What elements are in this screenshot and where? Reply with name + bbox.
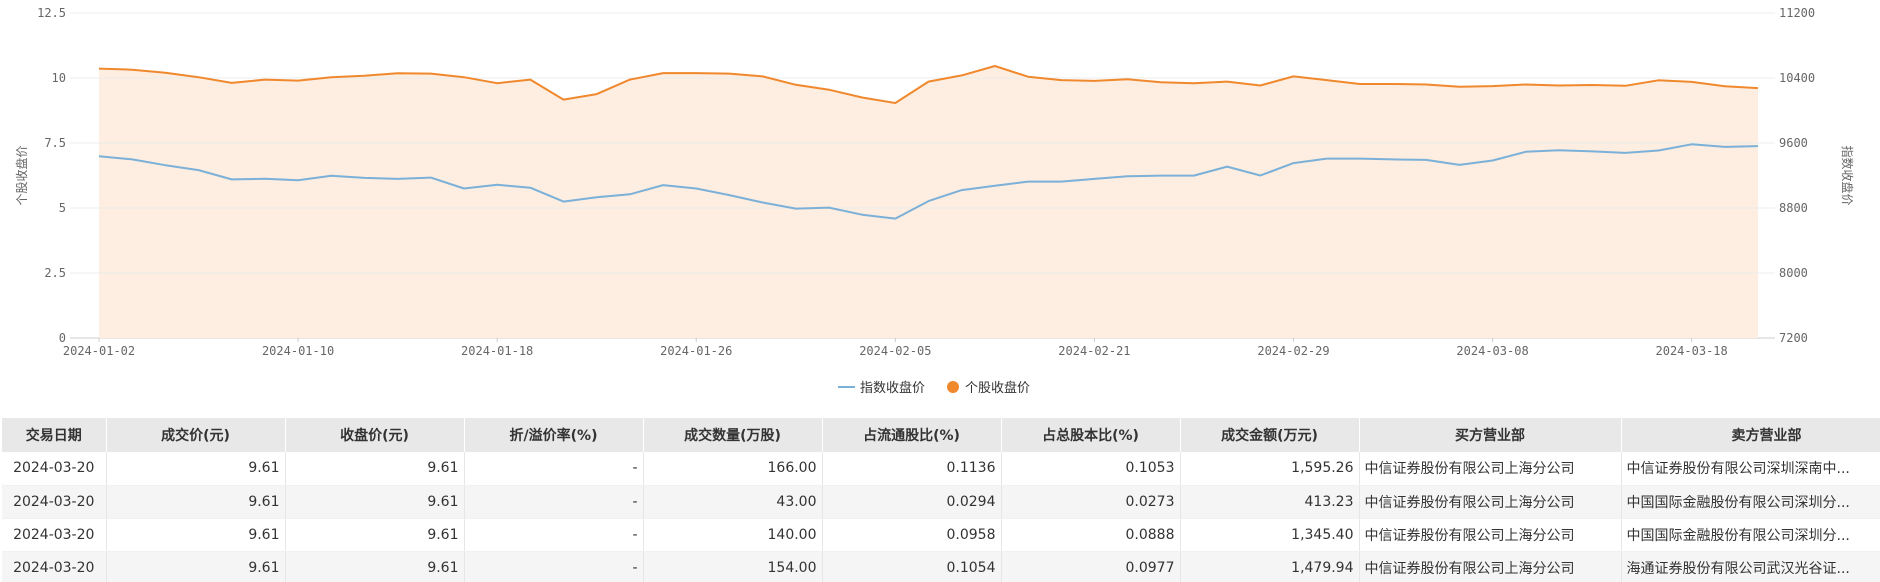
cell-buyer[interactable]: 中信证券股份有限公司上海分公司	[1359, 518, 1622, 552]
cell-trade-date: 2024-03-20	[2, 551, 107, 582]
header-trade-price[interactable]: 成交价(元)	[106, 418, 286, 452]
cell-buyer[interactable]: 中信证券股份有限公司上海分公司	[1359, 485, 1622, 519]
x-tick-label: 2024-02-21	[1058, 344, 1130, 358]
chart-area: 0 2.5 5 7.5 10 12.5 7200 8000 8800 9600 10400 11200…	[0, 0, 1880, 410]
cell-seller[interactable]: 中国国际金融股份有限公司深圳分...	[1621, 485, 1880, 519]
cell-total-ratio: 0.0977	[1001, 551, 1181, 582]
cell-trade-date: 2024-03-20	[2, 518, 107, 552]
cell-trade-date: 2024-03-20	[2, 452, 107, 486]
cell-amount: 1,595.26	[1180, 452, 1360, 486]
header-close-price[interactable]: 收盘价(元)	[285, 418, 465, 452]
x-tick-label: 2024-02-05	[859, 344, 931, 358]
cell-trade-price: 9.61	[106, 485, 286, 519]
legend-stock-label: 个股收盘价	[965, 380, 1030, 396]
cell-close-price: 9.61	[285, 551, 465, 582]
table-row: 2024-03-20 9.61 9.61 - 43.00 0.0294 0.02…	[2, 485, 1880, 519]
legend-circle-marker	[947, 381, 959, 393]
header-total-ratio[interactable]: 占总股本比(%)	[1001, 418, 1181, 452]
y2-tick-label: 11200	[1779, 6, 1815, 20]
cell-seller[interactable]: 中国国际金融股份有限公司深圳分...	[1621, 518, 1880, 552]
cell-premium-rate: -	[464, 485, 644, 519]
cell-float-ratio: 0.1054	[822, 551, 1002, 582]
y-tick-label: 10	[52, 71, 66, 85]
x-tick-label: 2024-01-18	[461, 344, 533, 358]
y2-tick-label: 8000	[1779, 266, 1808, 280]
cell-amount: 1,479.94	[1180, 551, 1360, 582]
cell-trade-date: 2024-03-20	[2, 485, 107, 519]
x-tick-label: 2024-01-26	[660, 344, 732, 358]
cell-total-ratio: 0.0273	[1001, 485, 1181, 519]
cell-amount: 1,345.40	[1180, 518, 1360, 552]
cell-trade-price: 9.61	[106, 452, 286, 486]
header-trade-date[interactable]: 交易日期	[2, 418, 107, 452]
cell-float-ratio: 0.1136	[822, 452, 1002, 486]
y2-tick-label: 7200	[1779, 331, 1808, 345]
y-tick-label: 0	[59, 331, 66, 345]
x-tick-label: 2024-02-29	[1257, 344, 1329, 358]
cell-volume: 140.00	[643, 518, 823, 552]
header-seller[interactable]: 卖方营业部	[1621, 418, 1880, 452]
cell-float-ratio: 0.0958	[822, 518, 1002, 552]
legend: 指数收盘价 个股收盘价	[838, 380, 1030, 396]
cell-amount: 413.23	[1180, 485, 1360, 519]
cell-close-price: 9.61	[285, 485, 465, 519]
y-tick-label: 12.5	[37, 6, 66, 20]
cell-premium-rate: -	[464, 452, 644, 486]
legend-index-label: 指数收盘价	[860, 380, 925, 396]
x-tick-label: 2024-01-10	[262, 344, 334, 358]
cell-total-ratio: 0.1053	[1001, 452, 1181, 486]
x-tick-label: 2024-03-18	[1656, 344, 1728, 358]
cell-total-ratio: 0.0888	[1001, 518, 1181, 552]
cell-seller[interactable]: 海通证券股份有限公司武汉光谷证...	[1621, 551, 1880, 582]
y2-tick-label: 8800	[1779, 201, 1808, 215]
cell-premium-rate: -	[464, 551, 644, 582]
table-header-row: 交易日期 成交价(元) 收盘价(元) 折/溢价率(%) 成交数量(万股) 占流通…	[2, 418, 1880, 452]
cell-close-price: 9.61	[285, 452, 465, 486]
table-row: 2024-03-20 9.61 9.61 - 154.00 0.1054 0.0…	[2, 551, 1880, 582]
header-buyer[interactable]: 买方营业部	[1359, 418, 1622, 452]
y-tick-label: 2.5	[44, 266, 66, 280]
cell-premium-rate: -	[464, 518, 644, 552]
table-row: 2024-03-20 9.61 9.61 - 166.00 0.1136 0.1…	[2, 452, 1880, 486]
cell-buyer[interactable]: 中信证券股份有限公司上海分公司	[1359, 452, 1622, 486]
block-trade-table: 交易日期 成交价(元) 收盘价(元) 折/溢价率(%) 成交数量(万股) 占流通…	[2, 418, 1880, 582]
chart-svg: 0 2.5 5 7.5 10 12.5 7200 8000 8800 9600 10400 11200…	[14, 6, 1855, 396]
cell-close-price: 9.61	[285, 518, 465, 552]
header-amount[interactable]: 成交金额(万元)	[1180, 418, 1360, 452]
header-volume[interactable]: 成交数量(万股)	[643, 418, 823, 452]
cell-seller[interactable]: 中信证券股份有限公司深圳深南中...	[1621, 452, 1880, 486]
cell-trade-price: 9.61	[106, 551, 286, 582]
table-row: 2024-03-20 9.61 9.61 - 140.00 0.0958 0.0…	[2, 518, 1880, 552]
x-tick-label: 2024-01-02	[63, 344, 135, 358]
y2-axis-title: 指数收盘价	[1840, 145, 1855, 205]
y-tick-label: 5	[59, 201, 66, 215]
cell-trade-price: 9.61	[106, 518, 286, 552]
y2-tick-label: 9600	[1779, 136, 1808, 150]
block-trade-table-container: 交易日期 成交价(元) 收盘价(元) 折/溢价率(%) 成交数量(万股) 占流通…	[2, 418, 1880, 582]
y2-tick-label: 10400	[1779, 71, 1815, 85]
cell-buyer[interactable]: 中信证券股份有限公司上海分公司	[1359, 551, 1622, 582]
header-float-ratio[interactable]: 占流通股比(%)	[822, 418, 1002, 452]
cell-volume: 43.00	[643, 485, 823, 519]
y-axis-title: 个股收盘价	[14, 145, 29, 205]
cell-float-ratio: 0.0294	[822, 485, 1002, 519]
cell-volume: 154.00	[643, 551, 823, 582]
x-tick-label: 2024-03-08	[1456, 344, 1528, 358]
header-premium-rate[interactable]: 折/溢价率(%)	[464, 418, 644, 452]
cell-volume: 166.00	[643, 452, 823, 486]
y-tick-label: 7.5	[44, 136, 66, 150]
